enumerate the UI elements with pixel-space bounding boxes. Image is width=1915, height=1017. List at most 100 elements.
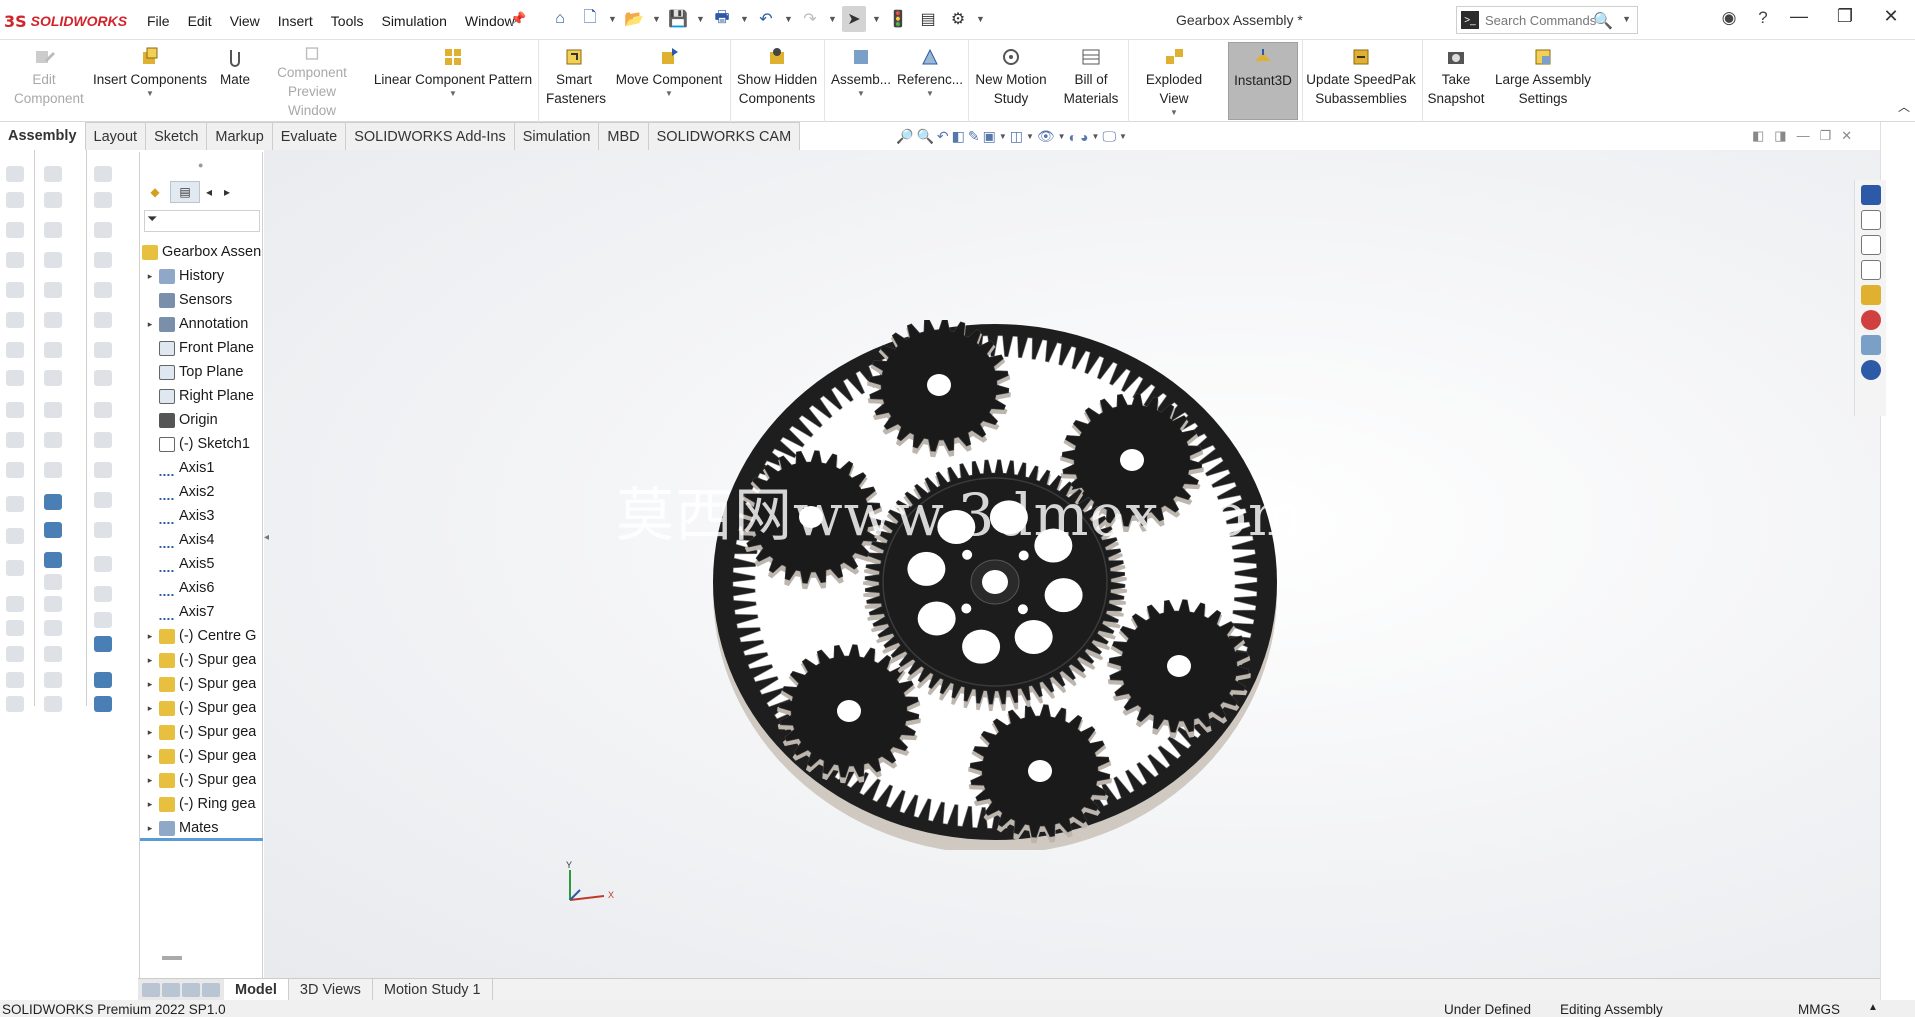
toolbar-command-icon[interactable]	[44, 192, 62, 208]
status-mode[interactable]: Editing Assembly	[1560, 1002, 1663, 1017]
update-speedpak-button[interactable]: Update SpeedPak Subassemblies	[1304, 42, 1418, 120]
expand-arrow-icon[interactable]: ▸	[145, 631, 155, 642]
exploded-view-button[interactable]: Exploded View ▼	[1130, 42, 1218, 120]
custom-properties-icon[interactable]	[1860, 335, 1881, 355]
dynamic-annotation-icon[interactable]: ✎	[968, 128, 980, 145]
menu-simulation[interactable]: Simulation	[372, 10, 455, 32]
toolbar-command-icon[interactable]	[44, 166, 62, 182]
toolbar-command-icon[interactable]	[44, 672, 62, 688]
rollback-bar[interactable]	[140, 838, 263, 841]
tree-item[interactable]: Axis3	[140, 504, 263, 528]
horizontal-scroll-thumb[interactable]	[162, 956, 182, 960]
toolbar-command-icon[interactable]	[6, 402, 24, 418]
linear-pattern-dropdown-icon[interactable]: ▼	[449, 89, 457, 99]
toolbar-command-icon[interactable]	[44, 222, 62, 238]
show-hidden-components-button[interactable]: Show Hidden Components	[734, 42, 820, 120]
tab-sketch[interactable]: Sketch	[146, 122, 208, 150]
tree-item[interactable]: Top Plane	[140, 360, 263, 384]
zoom-to-fit-icon[interactable]: 🔎	[896, 128, 913, 145]
expand-arrow-icon[interactable]: ▸	[145, 703, 155, 714]
design-library-icon[interactable]	[1860, 235, 1881, 255]
tree-item[interactable]: Axis4	[140, 528, 263, 552]
toolbar-command-icon[interactable]	[94, 492, 112, 508]
exploded-view-dropdown-icon[interactable]: ▼	[1170, 108, 1178, 118]
toolbar-command-icon[interactable]	[94, 342, 112, 358]
tree-item[interactable]: ▸ History	[140, 264, 263, 288]
toolbar-command-icon[interactable]	[94, 636, 112, 652]
save-dropdown-icon[interactable]: ▼	[696, 14, 705, 24]
appearances-icon[interactable]	[1860, 310, 1881, 330]
viewport-minimize-icon[interactable]: —	[1797, 128, 1810, 144]
tree-item[interactable]: Axis2	[140, 480, 263, 504]
search-input[interactable]: Search Commands	[1485, 13, 1596, 28]
toolbar-command-icon[interactable]	[6, 560, 24, 576]
edit-appearance-icon[interactable]: ◐	[1069, 129, 1077, 145]
tab-model[interactable]: Model	[224, 979, 289, 1001]
toolbar-command-icon[interactable]	[44, 432, 62, 448]
solidworks-logo[interactable]: 3S SOLIDWORKS	[4, 10, 127, 32]
reference-geometry-dropdown-icon[interactable]: ▼	[926, 89, 934, 99]
hide-show-dropdown-icon[interactable]: ▼	[1058, 132, 1066, 141]
toolbar-command-icon[interactable]	[44, 494, 62, 510]
new-motion-study-button[interactable]: New Motion Study	[970, 42, 1052, 120]
featuremanager-tab-icon[interactable]: ◆	[140, 181, 170, 203]
toolbar-command-icon[interactable]	[6, 528, 24, 544]
select-dropdown-icon[interactable]: ▼	[872, 14, 881, 24]
viewport-close-icon[interactable]: ✕	[1841, 128, 1852, 144]
search-icon[interactable]: 🔍	[1593, 11, 1613, 31]
viewport-restore-icon[interactable]: ❐	[1820, 128, 1832, 144]
expand-arrow-icon[interactable]: ▸	[145, 271, 155, 282]
expand-arrow-icon[interactable]: ▸	[145, 655, 155, 666]
tree-root[interactable]: Gearbox Assen	[140, 240, 263, 264]
assembly-features-button[interactable]: Assemb... ▼	[828, 42, 894, 120]
toolbar-command-icon[interactable]	[94, 432, 112, 448]
pin-menu-icon[interactable]: 📌	[510, 11, 526, 27]
minimize-icon[interactable]: —	[1776, 6, 1822, 27]
print-icon[interactable]: 🖶	[710, 6, 734, 32]
tree-item[interactable]: ▸ (-) Spur gea	[140, 720, 263, 744]
toolbar-command-icon[interactable]	[44, 646, 62, 662]
toolbar-command-icon[interactable]	[94, 166, 112, 182]
toolbar-command-icon[interactable]	[6, 620, 24, 636]
tab-scroll-right-icon[interactable]: ▸	[218, 181, 236, 203]
tab-solidworks-cam[interactable]: SOLIDWORKS CAM	[648, 122, 801, 150]
next-tab-icon[interactable]	[182, 982, 200, 997]
graphics-area[interactable]: 莫西网www.3dmox.com Y X	[264, 150, 1880, 978]
toolbar-command-icon[interactable]	[44, 522, 62, 538]
expand-arrow-icon[interactable]: ▸	[145, 679, 155, 690]
tree-item[interactable]: Axis1	[140, 456, 263, 480]
tab-motion-study-1[interactable]: Motion Study 1	[373, 979, 493, 1001]
tree-item[interactable]: ▸ (-) Spur gea	[140, 696, 263, 720]
smart-fasteners-button[interactable]: Smart Fasteners	[540, 42, 608, 120]
toolbar-command-icon[interactable]	[6, 370, 24, 386]
panel-splitter-handle[interactable]: ◂	[264, 532, 274, 572]
save-icon[interactable]: 💾	[666, 6, 690, 32]
select-pointer-icon[interactable]: ➤	[842, 6, 866, 32]
view-orientation-dropdown-icon[interactable]: ▼	[999, 132, 1007, 141]
prev-tab-icon[interactable]	[162, 982, 180, 997]
toolbar-command-icon[interactable]	[6, 646, 24, 662]
toolbar-command-icon[interactable]	[44, 574, 62, 590]
tab-layout[interactable]: Layout	[85, 122, 147, 150]
expand-arrow-icon[interactable]: ▸	[145, 799, 155, 810]
toolbar-command-icon[interactable]	[6, 312, 24, 328]
open-icon[interactable]: 📂	[622, 6, 646, 32]
toolbar-command-icon[interactable]	[6, 696, 24, 712]
view-settings-icon[interactable]: 🖵	[1102, 128, 1116, 145]
tree-item[interactable]: (-) Sketch1	[140, 432, 263, 456]
toolbar-command-icon[interactable]	[6, 462, 24, 478]
forum-icon[interactable]	[1860, 360, 1881, 380]
reference-geometry-button[interactable]: Referenc... ▼	[896, 42, 964, 120]
toolbar-command-icon[interactable]	[6, 672, 24, 688]
rebuild-traffic-light-icon[interactable]: 🚦	[886, 6, 910, 32]
file-properties-icon[interactable]: ▤	[916, 6, 940, 32]
tree-item[interactable]: ▸ (-) Spur gea	[140, 768, 263, 792]
mate-button[interactable]: Mate	[214, 42, 256, 120]
toolbar-command-icon[interactable]	[94, 586, 112, 602]
toolbar-command-icon[interactable]	[6, 596, 24, 612]
tree-item[interactable]: ▸ (-) Centre G	[140, 624, 263, 648]
collapse-ribbon-icon[interactable]: ︿	[1898, 98, 1910, 115]
take-snapshot-button[interactable]: Take Snapshot	[1424, 42, 1488, 120]
tab-assembly[interactable]: Assembly	[0, 122, 86, 150]
close-icon[interactable]: ✕	[1868, 6, 1914, 27]
